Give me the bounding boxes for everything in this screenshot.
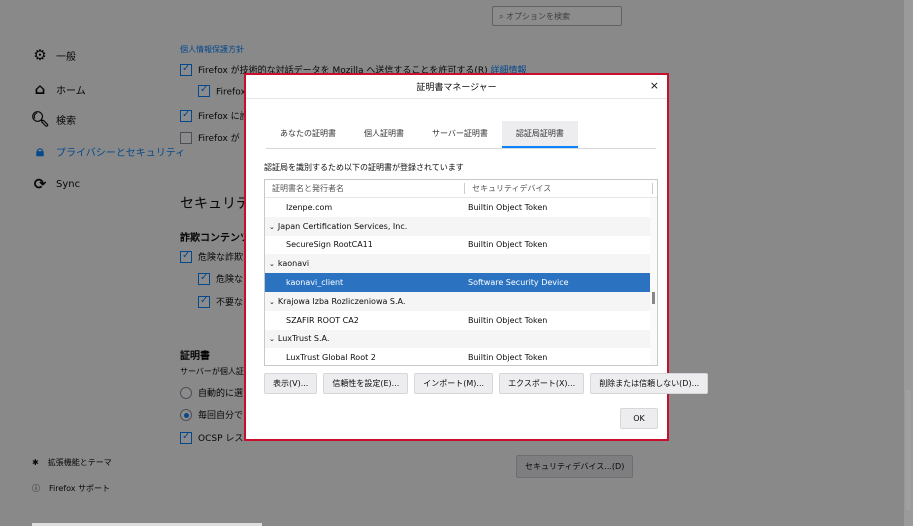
chevron-down-icon[interactable]: ⌄	[269, 223, 275, 231]
ok-button[interactable]: OK	[620, 408, 658, 429]
row-label: SecureSign RootCA11	[286, 240, 373, 250]
tab-personal-certificates[interactable]: 個人証明書	[350, 121, 418, 148]
view-button[interactable]: 表示(V)...	[264, 373, 318, 394]
edit-trust-button[interactable]: 信頼性を設定(E)...	[323, 373, 409, 394]
row-label: LuxTrust Global Root 2	[286, 353, 376, 363]
certificate-name: Izenpe.com	[265, 203, 466, 212]
tab-description: 認証局を識別するため以下の証明書が登録されています	[264, 163, 464, 172]
close-icon[interactable]: ×	[650, 79, 659, 92]
tab-server-certificates[interactable]: サーバー証明書	[418, 121, 502, 148]
chevron-down-icon[interactable]: ⌄	[269, 335, 275, 343]
row-label: Japan Certification Services, Inc.	[277, 221, 408, 231]
tree-row[interactable]: ⌄ kaonavi	[265, 254, 657, 274]
row-label: LuxTrust S.A.	[277, 334, 330, 344]
security-device: Builtin Object Token	[468, 202, 548, 212]
column-header-name[interactable]: 証明書名と発行者名	[265, 183, 465, 194]
row-label: kaonavi_client	[286, 278, 344, 288]
tree-group-name: ⌄ LuxTrust S.A.	[265, 334, 466, 343]
tree-scrollbar[interactable]	[650, 198, 657, 365]
certificate-name: kaonavi_client	[265, 278, 466, 287]
scrollbar-thumb[interactable]	[906, 390, 911, 510]
import-button[interactable]: インポート(M)...	[414, 373, 494, 394]
security-device: Software Security Device	[468, 278, 569, 288]
row-label: Krajowa Izba Rozliczeniowa S.A.	[277, 296, 406, 306]
tree-row[interactable]: SecureSign RootCA11 Builtin Object Token	[265, 236, 657, 255]
certificate-name: SecureSign RootCA11	[265, 240, 466, 249]
tree-header: 証明書名と発行者名 セキュリティデバイス	[265, 180, 657, 198]
dialog-title: 証明書マネージャー	[416, 83, 497, 93]
action-buttons: 表示(V)... 信頼性を設定(E)... インポート(M)... エクスポート…	[264, 373, 709, 394]
delete-distrust-button[interactable]: 削除または信頼しない(D)...	[590, 373, 709, 394]
tab-your-certificates[interactable]: あなたの証明書	[266, 121, 350, 148]
tree-row[interactable]: LuxTrust Global Root 2 Builtin Object Tok…	[265, 348, 657, 365]
tree-row[interactable]: kaonavi_client Software Security Device	[265, 273, 657, 292]
certificate-name: SZAFIR ROOT CA2	[265, 316, 466, 325]
row-label: kaonavi	[277, 259, 310, 269]
scrollbar-thumb[interactable]	[652, 292, 655, 304]
chevron-down-icon[interactable]: ⌄	[269, 298, 275, 306]
security-device: Builtin Object Token	[468, 240, 548, 250]
row-label: SZAFIR ROOT CA2	[286, 315, 359, 325]
certificate-manager-dialog: 証明書マネージャー × あなたの証明書 個人証明書 サーバー証明書 認証局証明書…	[244, 73, 709, 441]
tree-group-name: ⌄ Krajowa Izba Rozliczeniowa S.A.	[265, 297, 466, 306]
tree-group-name: ⌄ Japan Certification Services, Inc.	[265, 222, 466, 231]
tab-bar: あなたの証明書 個人証明書 サーバー証明書 認証局証明書	[266, 121, 656, 149]
security-device: Builtin Object Token	[468, 353, 548, 363]
certificate-tree[interactable]: 証明書名と発行者名 セキュリティデバイス Izenpe.com Builtin O…	[264, 179, 658, 366]
tree-group-name: ⌄ kaonavi	[265, 259, 466, 268]
tree-row[interactable]: SZAFIR ROOT CA2 Builtin Object Token	[265, 311, 657, 330]
tree-row[interactable]: Izenpe.com Builtin Object Token	[265, 198, 657, 217]
tree-row[interactable]: ⌄ LuxTrust S.A.	[265, 329, 657, 349]
chevron-down-icon[interactable]: ⌄	[269, 260, 275, 268]
export-button[interactable]: エクスポート(X)...	[499, 373, 585, 394]
row-label: Izenpe.com	[286, 202, 333, 212]
tree-row[interactable]: ⌄ Japan Certification Services, Inc.	[265, 216, 657, 236]
tree-rows: Izenpe.com Builtin Object Token ⌄ Japan Cer…	[265, 198, 657, 365]
security-device: Builtin Object Token	[468, 315, 548, 325]
tab-authorities[interactable]: 認証局証明書	[501, 121, 578, 148]
page-scrollbar[interactable]	[904, 0, 913, 526]
dialog-titlebar: 証明書マネージャー ×	[246, 75, 667, 99]
certificate-name: LuxTrust Global Root 2	[265, 353, 466, 362]
column-header-device[interactable]: セキュリティデバイス	[465, 183, 653, 194]
tree-row[interactable]: ⌄ Krajowa Izba Rozliczeniowa S.A.	[265, 291, 657, 311]
